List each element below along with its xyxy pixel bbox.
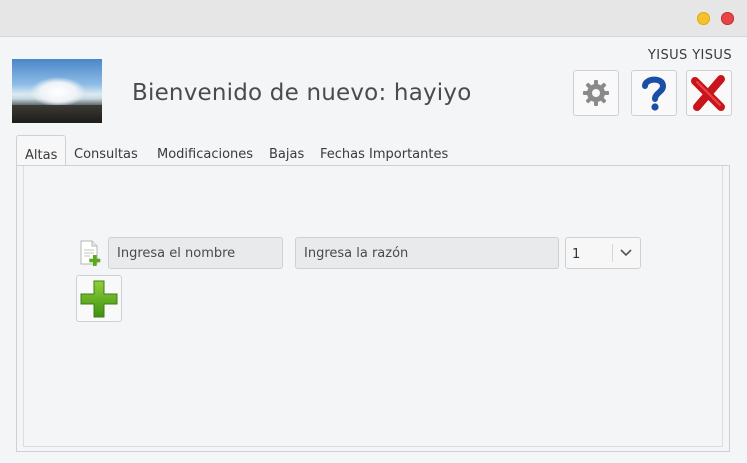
quantity-select[interactable]: 1 — [565, 237, 641, 269]
window-minimize-button[interactable] — [697, 12, 710, 25]
help-button[interactable] — [631, 70, 677, 116]
header-image — [12, 59, 102, 123]
tab-consultas[interactable]: Consultas — [66, 135, 146, 165]
reason-input[interactable] — [295, 237, 559, 269]
window-titlebar — [0, 0, 747, 37]
name-input[interactable] — [108, 237, 283, 269]
welcome-heading: Bienvenido de nuevo: hayiyo — [132, 80, 472, 106]
document-add-icon — [78, 240, 104, 268]
gear-icon — [583, 80, 609, 106]
tab-fechas-importantes[interactable]: Fechas Importantes — [312, 135, 456, 165]
altas-tab-panel — [16, 165, 730, 452]
red-x-icon — [691, 75, 725, 111]
tab-modificaciones[interactable]: Modificaciones — [149, 135, 261, 165]
chevron-down-icon — [620, 249, 632, 257]
add-button[interactable] — [76, 275, 122, 322]
user-name-label: YISUS YISUS — [647, 48, 732, 63]
settings-button[interactable] — [573, 70, 619, 116]
exit-button[interactable] — [686, 70, 732, 116]
green-plus-icon — [80, 280, 118, 317]
quantity-value: 1 — [572, 247, 581, 262]
tab-altas[interactable]: Altas — [16, 135, 67, 167]
tab-bajas[interactable]: Bajas — [261, 135, 312, 165]
window-close-button[interactable] — [721, 12, 734, 25]
question-mark-icon — [642, 76, 667, 111]
